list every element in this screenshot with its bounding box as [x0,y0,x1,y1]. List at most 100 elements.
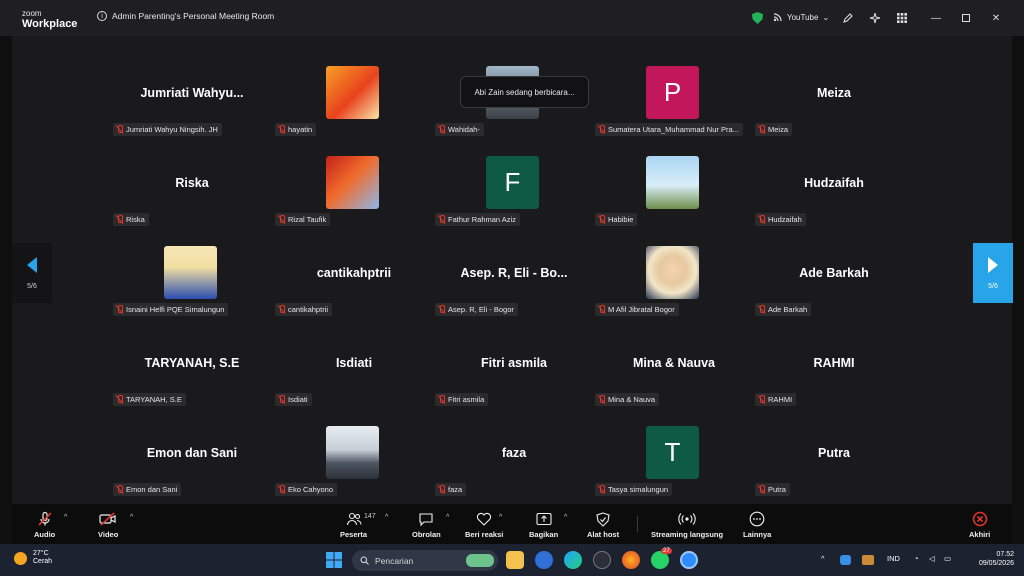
tray-chevron-icon[interactable]: ^ [821,554,825,563]
system-clock[interactable]: 07.52 09/05/2026 [968,550,1014,569]
weather-widget[interactable]: 27°C Cerah [14,550,52,567]
app-circle-icon[interactable] [593,551,611,569]
mic-muted-icon [438,125,445,134]
audio-button[interactable]: Audio [34,511,55,539]
share-button[interactable]: Bagikan [529,511,558,539]
participant-name-tag: Riska [113,213,149,226]
video-options-chevron-icon[interactable]: ^ [130,514,133,521]
participant-display-name: faza [501,446,527,460]
brand-line1: zoom [22,9,42,18]
windows-start-icon[interactable] [325,551,343,569]
host-tools-button[interactable]: Alat host [587,511,619,539]
reactions-button[interactable]: Beri reaksi [465,511,503,539]
participant-name-label: cantikahptrii [288,305,329,314]
edge-icon[interactable] [564,551,582,569]
participant-name-tag: faza [435,483,467,496]
mic-muted-icon [758,395,765,404]
participant-tile[interactable]: Mina & Nauva Mina & Nauva [594,336,754,426]
participant-name-tag: Eko Cahyono [275,483,338,496]
video-button[interactable]: Video [98,511,118,539]
participant-tile[interactable]: Meiza Meiza [754,66,914,156]
volume-icon[interactable]: ◁ [929,554,935,563]
taskbar-search-input[interactable]: Pencarian [352,550,498,571]
participant-tile[interactable]: Asep. R, Eli - Bo... Asep. R, Eli - Bogor [434,246,594,336]
participant-name-label: Putra [768,485,786,494]
participant-tile[interactable]: Hudzaifah Hudzaifah [754,156,914,246]
participant-tile[interactable]: Rizal Taufik [274,156,434,246]
participant-name-label: Wahidah- [448,125,480,134]
language-indicator[interactable]: IND [887,554,900,563]
participant-tile[interactable]: TARYANAH, S.E TARYANAH, S.E [112,336,272,426]
participant-tile[interactable]: Isnaini Helfi PQE Simalungun [112,246,272,336]
security-shield-icon[interactable] [752,12,763,24]
mic-muted-icon [438,305,445,314]
participant-avatar-letter: F [486,156,539,209]
mic-muted-icon [278,305,285,314]
participant-tile[interactable]: Habibie [594,156,754,246]
participant-tile[interactable]: cantikahptrii cantikahptrii [274,246,434,336]
participant-tile[interactable]: Riska Riska [112,156,272,246]
minimize-icon[interactable]: — [930,12,942,24]
participant-tile[interactable]: faza faza [434,426,594,516]
live-streaming-button[interactable]: Streaming langsung [651,511,723,539]
participant-tile[interactable]: Putra Putra [754,426,914,516]
maximize-icon[interactable] [960,12,972,24]
apps-button[interactable] [893,9,911,27]
share-screen-icon [535,511,553,527]
participant-tile[interactable]: Eko Cahyono [274,426,434,516]
arrow-right-icon [988,256,998,273]
firefox-icon[interactable] [622,551,640,569]
reactions-options-chevron-icon[interactable]: ^ [499,514,502,521]
participant-tile[interactable]: T Tasya simalungun [594,426,754,516]
participant-display-name: Jumriati Wahyu... [140,86,244,100]
chat-button[interactable]: Obrolan [412,511,441,539]
participant-tile[interactable]: F Fathur Rahman Aziz [434,156,594,246]
annotate-button[interactable] [839,9,857,27]
participant-name-label: Emon dan Sani [126,485,178,494]
youtube-stream-dropdown[interactable]: YouTube ⌄ [773,12,829,22]
participant-name-tag: Rizal Taufik [275,213,331,226]
share-options-chevron-icon[interactable]: ^ [564,514,567,521]
participant-display-name: Putra [818,446,850,460]
ai-companion-button[interactable] [866,9,884,27]
participant-tile[interactable]: Isdiati Isdiati [274,336,434,426]
meet-app-icon[interactable] [535,551,553,569]
chat-options-chevron-icon[interactable]: ^ [446,514,449,521]
participant-tile[interactable]: P Sumatera Utara_Muhammad Nur Pra... [594,66,754,156]
meeting-info[interactable]: i Admin Parenting's Personal Meeting Roo… [97,11,274,21]
close-icon[interactable]: ✕ [990,12,1002,24]
participant-display-name: Mina & Nauva [633,356,715,370]
search-icon [360,556,369,565]
pen-tray-icon[interactable] [862,555,874,565]
end-meeting-button[interactable]: Akhiri [969,511,990,539]
participant-tile[interactable]: M Afil Jibratal Bogor [594,246,754,336]
host-tools-label: Alat host [587,530,620,539]
next-page-button[interactable]: 5/6 [973,243,1013,303]
participants-icon [345,511,363,527]
participant-tile[interactable]: Emon dan Sani Emon dan Sani [112,426,272,516]
mic-muted-icon [758,485,765,494]
participant-avatar-photo [646,246,699,299]
audio-options-chevron-icon[interactable]: ^ [64,514,67,521]
clock-date: 09/05/2026 [978,560,1014,568]
wifi-icon[interactable]: ◔ [914,554,919,563]
participant-name-label: Eko Cahyono [288,485,334,494]
cloud-icon[interactable] [840,555,851,565]
participant-tile[interactable]: Fitri asmila Fitri asmila [434,336,594,426]
zoom-taskbar-icon[interactable] [680,551,698,569]
previous-page-button[interactable]: 5/6 [12,243,52,303]
whatsapp-badge: 27 [661,548,672,554]
more-button[interactable]: Lainnya [743,511,771,539]
live-stream-icon [678,511,696,527]
file-explorer-icon[interactable] [506,551,524,569]
participant-tile[interactable]: Ade Barkah Ade Barkah [754,246,914,336]
mic-muted-icon [116,395,123,404]
participant-tile[interactable]: hayatin [274,66,434,156]
info-icon[interactable]: i [97,11,107,21]
battery-icon[interactable]: ▭ [944,554,951,563]
sparkle-icon [869,12,881,24]
participants-options-chevron-icon[interactable]: ^ [385,514,388,521]
participant-tile[interactable]: Jumriati Wahyu... Jumriati Wahyu Ningsih.… [112,66,272,156]
participant-name-label: faza [448,485,463,494]
participant-tile[interactable]: RAHMI RAHMI [754,336,914,426]
